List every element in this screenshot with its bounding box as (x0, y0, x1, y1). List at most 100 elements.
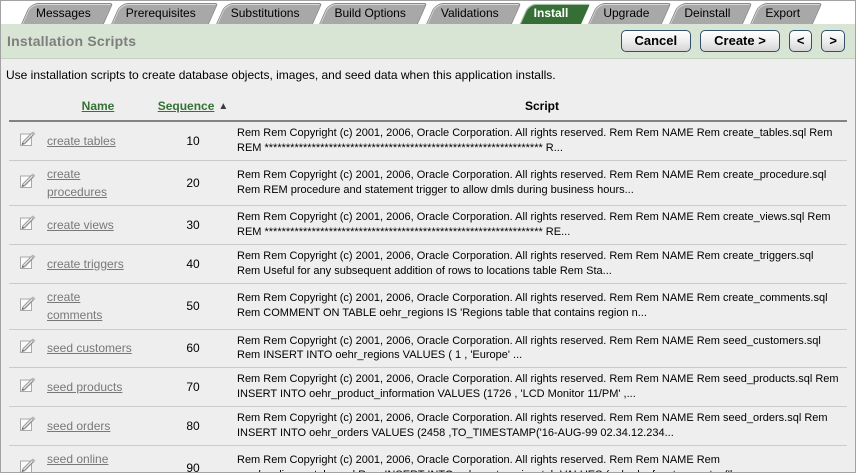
table-row-create-procedures: create procedures 20 Rem Rem Copyright (… (9, 161, 847, 207)
report-header: Name Sequence▲ Script (9, 94, 847, 122)
script-preview: Rem Rem Copyright (c) 2001, 2006, Oracle… (237, 210, 847, 240)
cancel-button[interactable]: Cancel (621, 30, 692, 52)
sequence-value: 70 (149, 380, 237, 394)
tab-deinstall[interactable]: Deinstall (669, 3, 743, 24)
edit-row-button[interactable] (19, 253, 37, 270)
sequence-value: 20 (149, 176, 237, 190)
script-preview: Rem Rem Copyright (c) 2001, 2006, Oracle… (237, 168, 847, 198)
script-name-link[interactable]: create tables (47, 134, 116, 148)
tab-substitutions[interactable]: Substitutions (216, 3, 313, 24)
table-row-seed-products: seed products 70 Rem Rem Copyright (c) 2… (9, 368, 847, 407)
name-column-header: Name (47, 97, 149, 115)
name-cell: create tables (47, 132, 149, 150)
tab-validations[interactable]: Validations (426, 3, 512, 24)
edit-cell (9, 337, 47, 359)
script-name-link[interactable]: create comments (47, 290, 102, 322)
name-cell: create comments (47, 288, 149, 325)
script-name-link[interactable]: create triggers (47, 257, 124, 271)
tab-label: Substitutions (231, 6, 300, 20)
script-name-link[interactable]: seed customers (47, 341, 132, 355)
edit-pencil-icon (19, 341, 37, 358)
tab-upgrade[interactable]: Upgrade (588, 3, 662, 24)
edit-row-button[interactable] (19, 214, 37, 231)
edit-pencil-icon (19, 419, 37, 436)
tab-label: Build Options (334, 6, 405, 20)
edit-row-button[interactable] (19, 415, 37, 432)
edit-pencil-icon (19, 176, 37, 193)
edit-cell (9, 253, 47, 275)
name-cell: seed online catalog (47, 450, 149, 473)
tab-label: Export (765, 6, 800, 20)
script-name-link[interactable]: create views (47, 218, 114, 232)
name-cell: create procedures (47, 165, 149, 202)
page-title: Installation Scripts (7, 33, 136, 49)
sequence-value: 10 (149, 134, 237, 148)
script-name-link[interactable]: seed products (47, 380, 122, 394)
name-cell: seed products (47, 378, 149, 396)
table-row-seed-online-catalog: seed online catalog 90 Rem Rem Copyright… (9, 446, 847, 473)
edit-row-button[interactable] (19, 295, 37, 312)
scripts-report: Name Sequence▲ Script (9, 94, 847, 473)
table-row-create-triggers: create triggers 40 Rem Rem Copyright (c)… (9, 245, 847, 284)
script-preview: Rem Rem Copyright (c) 2001, 2006, Oracle… (237, 453, 847, 473)
name-cell: create views (47, 216, 149, 234)
edit-row-button[interactable] (19, 130, 37, 147)
edit-cell (9, 172, 47, 194)
title-bar: Installation Scripts Cancel Create > < > (1, 24, 855, 59)
sequence-value: 60 (149, 341, 237, 355)
next-page-button[interactable]: > (821, 30, 845, 52)
script-preview: Rem Rem Copyright (c) 2001, 2006, Oracle… (237, 334, 847, 364)
script-name-link[interactable]: seed online catalog (47, 452, 108, 473)
sequence-column-header: Sequence▲ (149, 97, 237, 115)
button-group: Cancel Create > < > (621, 30, 846, 52)
name-cell: seed customers (47, 339, 149, 357)
tab-label: Messages (36, 6, 91, 20)
install-page: Messages Prerequisites Substitutions Bui… (0, 0, 856, 473)
edit-pencil-icon (19, 134, 37, 151)
edit-pencil-icon (19, 380, 37, 397)
sort-by-name-link[interactable]: Name (82, 99, 115, 113)
tab-install[interactable]: Install (519, 3, 582, 24)
sequence-value: 30 (149, 218, 237, 232)
script-column-header: Script (237, 99, 847, 113)
tab-label: Prerequisites (126, 6, 196, 20)
script-name-link[interactable]: create procedures (47, 167, 107, 199)
name-cell: create triggers (47, 255, 149, 273)
table-row-seed-orders: seed orders 80 Rem Rem Copyright (c) 200… (9, 407, 847, 446)
edit-row-button[interactable] (19, 457, 37, 473)
tab-export[interactable]: Export (750, 3, 813, 24)
tab-messages[interactable]: Messages (21, 3, 104, 24)
tab-label: Install (534, 6, 569, 20)
previous-page-button[interactable]: < (789, 30, 813, 52)
sequence-value: 40 (149, 257, 237, 271)
edit-pencil-icon (19, 461, 37, 473)
sort-by-sequence-link[interactable]: Sequence (158, 99, 215, 113)
script-name-link[interactable]: seed orders (47, 419, 110, 433)
tab-build-options[interactable]: Build Options (319, 3, 418, 24)
edit-cell (9, 130, 47, 152)
sequence-value: 90 (149, 461, 237, 473)
edit-cell (9, 415, 47, 437)
create-button[interactable]: Create > (700, 30, 780, 52)
edit-pencil-icon (19, 299, 37, 316)
edit-row-button[interactable] (19, 172, 37, 189)
sequence-value: 80 (149, 419, 237, 433)
script-preview: Rem Rem Copyright (c) 2001, 2006, Oracle… (237, 411, 847, 441)
edit-cell (9, 214, 47, 236)
edit-row-button[interactable] (19, 376, 37, 393)
edit-cell (9, 295, 47, 317)
table-row-create-views: create views 30 Rem Rem Copyright (c) 20… (9, 206, 847, 245)
edit-row-button[interactable] (19, 337, 37, 354)
script-preview: Rem Rem Copyright (c) 2001, 2006, Oracle… (237, 126, 847, 156)
script-preview: Rem Rem Copyright (c) 2001, 2006, Oracle… (237, 291, 847, 321)
table-row-create-tables: create tables 10 Rem Rem Copyright (c) 2… (9, 122, 847, 161)
tab-label: Upgrade (603, 6, 649, 20)
tab-prerequisites[interactable]: Prerequisites (111, 3, 209, 24)
edit-pencil-icon (19, 257, 37, 274)
table-row-seed-customers: seed customers 60 Rem Rem Copyright (c) … (9, 330, 847, 369)
table-row-create-comments: create comments 50 Rem Rem Copyright (c)… (9, 284, 847, 330)
script-preview: Rem Rem Copyright (c) 2001, 2006, Oracle… (237, 372, 847, 402)
tab-bar: Messages Prerequisites Substitutions Bui… (1, 1, 855, 24)
tab-label: Deinstall (684, 6, 730, 20)
tab-label: Validations (441, 6, 499, 20)
